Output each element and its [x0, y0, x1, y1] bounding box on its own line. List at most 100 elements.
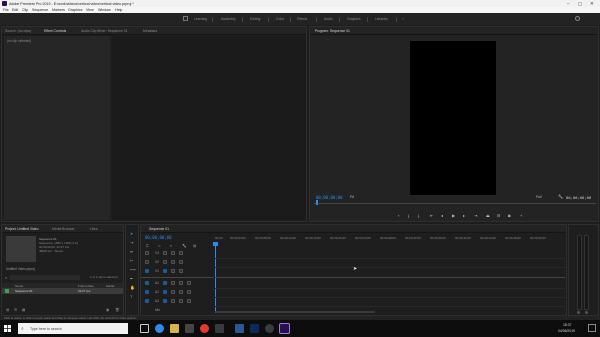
- file-explorer-icon[interactable]: [170, 324, 179, 333]
- program-scrubber[interactable]: [314, 203, 596, 204]
- marker-icon[interactable]: ⬩: [398, 213, 399, 218]
- lock-icon[interactable]: [163, 260, 167, 264]
- workspace-learning[interactable]: Learning: [194, 17, 207, 21]
- selection-tool-icon[interactable]: ➤: [130, 231, 136, 236]
- solo-icon[interactable]: [179, 281, 183, 285]
- solo-right-icon[interactable]: [585, 311, 588, 314]
- workspace-audio[interactable]: Audio: [324, 17, 333, 21]
- program-timecode[interactable]: 00;00;00;00: [316, 195, 343, 200]
- menu-markers[interactable]: Markers: [52, 8, 65, 12]
- workspace-editing[interactable]: Editing: [250, 17, 260, 21]
- sync-lock-icon[interactable]: [171, 260, 175, 264]
- column-name[interactable]: Name: [15, 284, 23, 288]
- edge-icon[interactable]: [155, 324, 164, 333]
- notifications-icon[interactable]: [588, 324, 596, 332]
- time-ruler[interactable]: 00;00 00;00;04;00 00;00;08;00 00;00;12;0…: [215, 236, 565, 243]
- tab-sequence-01[interactable]: Sequence 01: [149, 227, 169, 231]
- app-icon[interactable]: [215, 324, 224, 333]
- menu-clip[interactable]: Clip: [22, 8, 28, 12]
- icon-view-icon[interactable]: ▦: [22, 308, 25, 312]
- hand-tool-icon[interactable]: ✋: [130, 285, 136, 290]
- snap-icon[interactable]: ⊏: [146, 244, 149, 248]
- workspace-graphics[interactable]: Graphics: [347, 17, 361, 21]
- maximize-icon[interactable]: ▢: [578, 1, 582, 7]
- mark-in-icon[interactable]: {: [408, 213, 409, 218]
- column-media[interactable]: Media: [106, 284, 114, 288]
- timeline-timecode[interactable]: 00;00;00;00: [145, 235, 172, 240]
- tab-program[interactable]: Program: Sequence 01: [315, 29, 350, 33]
- track-lane[interactable]: [215, 258, 565, 259]
- column-frame-rate[interactable]: Frame Rate: [78, 284, 94, 288]
- new-item-icon[interactable]: ▣: [106, 308, 109, 312]
- menu-file[interactable]: File: [3, 8, 9, 12]
- slip-tool-icon[interactable]: ⟷: [130, 267, 136, 272]
- track-lane[interactable]: [215, 277, 565, 278]
- clock-time[interactable]: 18:37: [563, 323, 572, 327]
- source-patch-v2[interactable]: [145, 260, 149, 264]
- menu-help[interactable]: Help: [115, 8, 122, 12]
- menu-sequence[interactable]: Sequence: [32, 8, 48, 12]
- eye-icon[interactable]: [179, 251, 183, 255]
- extract-icon[interactable]: ⊟: [497, 213, 500, 218]
- type-tool-icon[interactable]: T: [130, 294, 136, 299]
- tab-media-browser[interactable]: Media Browser: [52, 227, 75, 231]
- step-back-icon[interactable]: ◂: [441, 213, 443, 218]
- track-lane[interactable]: [215, 288, 565, 289]
- mute-icon[interactable]: [171, 299, 175, 303]
- photoshop-icon[interactable]: [250, 324, 259, 333]
- menu-window[interactable]: Window: [98, 8, 111, 12]
- track-lane[interactable]: [215, 267, 565, 268]
- lock-icon[interactable]: [163, 281, 167, 285]
- workspace-effects[interactable]: Effects: [297, 17, 307, 21]
- chrome-icon[interactable]: [200, 324, 209, 333]
- sync-lock-icon[interactable]: [171, 251, 175, 255]
- zoom-select[interactable]: Fit: [350, 195, 354, 199]
- tab-effect-controls[interactable]: Effect Controls: [44, 29, 66, 33]
- track-select-tool-icon[interactable]: ⇥: [130, 240, 136, 245]
- step-forward-icon[interactable]: ▸: [463, 213, 465, 218]
- voiceover-icon[interactable]: [187, 299, 191, 303]
- tab-metadata[interactable]: Metadata: [143, 29, 157, 33]
- list-item[interactable]: Sequence 01 29.97 fps: [2, 288, 123, 294]
- lock-icon[interactable]: [163, 269, 167, 273]
- workspace-assembly[interactable]: Assembly: [221, 17, 236, 21]
- add-marker-icon[interactable]: ▾: [170, 244, 172, 248]
- ripple-edit-tool-icon[interactable]: ⇹: [130, 249, 136, 254]
- windows-start-icon[interactable]: [4, 325, 11, 332]
- lock-icon[interactable]: [163, 299, 167, 303]
- export-frame-icon[interactable]: ◙: [508, 213, 510, 218]
- workspace-libraries[interactable]: Libraries: [375, 17, 388, 21]
- word-icon[interactable]: [235, 324, 244, 333]
- go-to-in-icon[interactable]: ⇤: [430, 213, 433, 218]
- sync-lock-icon[interactable]: [171, 269, 175, 273]
- captions-icon[interactable]: ▤: [193, 244, 196, 248]
- source-patch-v1[interactable]: [145, 269, 149, 273]
- quality-select[interactable]: Full: [536, 195, 542, 199]
- trash-icon[interactable]: 🗑: [115, 308, 120, 312]
- source-patch-v3[interactable]: [145, 251, 149, 255]
- solo-left-icon[interactable]: [577, 311, 580, 314]
- track-lane[interactable]: [215, 306, 565, 307]
- menu-view[interactable]: View: [86, 8, 94, 12]
- search-icon[interactable]: [575, 16, 580, 21]
- mark-out-icon[interactable]: }: [418, 213, 419, 218]
- tab-audio-clip-mixer[interactable]: Audio Clip Mixer: Sequence 01: [81, 29, 128, 33]
- minimize-icon[interactable]: –: [567, 1, 570, 6]
- playhead-handle[interactable]: [213, 242, 218, 246]
- voiceover-icon[interactable]: [187, 281, 191, 285]
- menu-graphics[interactable]: Graphics: [68, 8, 82, 12]
- solo-icon[interactable]: [179, 290, 183, 294]
- tab-libraries[interactable]: Libra: [90, 227, 98, 231]
- workspace-more-icon[interactable]: »: [402, 17, 404, 21]
- list-view-icon[interactable]: ☰: [14, 308, 17, 312]
- button-editor-icon[interactable]: +: [520, 213, 522, 218]
- razor-tool-icon[interactable]: ✂: [130, 258, 136, 263]
- project-search-input[interactable]: [10, 275, 80, 280]
- store-icon[interactable]: [185, 324, 194, 333]
- mute-icon[interactable]: [171, 290, 175, 294]
- solo-icon[interactable]: [179, 299, 183, 303]
- linked-selection-icon[interactable]: ⊂: [158, 244, 161, 248]
- home-icon[interactable]: [183, 16, 188, 21]
- lock-icon[interactable]: ▤: [6, 308, 9, 312]
- eye-icon[interactable]: [179, 269, 183, 273]
